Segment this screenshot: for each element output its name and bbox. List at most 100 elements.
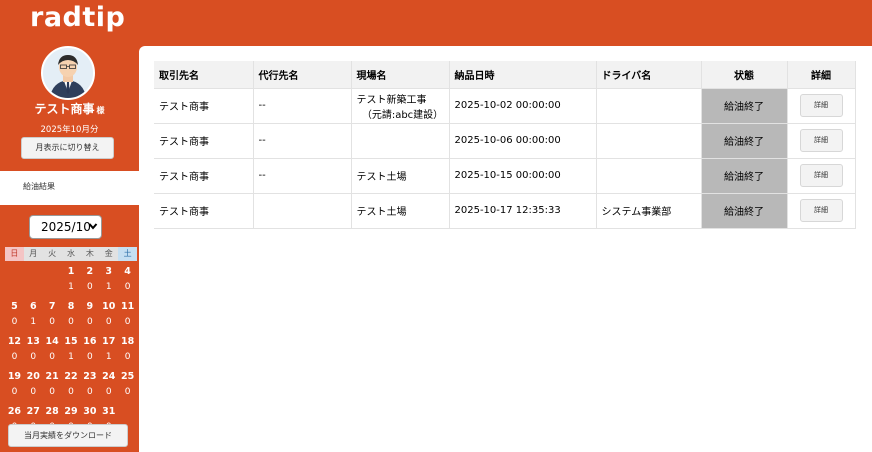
results-table: 取引先名 代行先名 現場名 納品日時 ドライバ名 状態 詳細 テスト商事 -- テスト新築工事（… [154,61,856,229]
calendar-day-count: 0 [68,317,74,327]
weekday-label: 水 [61,247,81,261]
cell-driver [596,123,702,159]
cell-agent [253,193,352,229]
calendar-day[interactable]: 19 0 [5,371,24,406]
calendar-day-count: 1 [30,317,37,327]
calendar-day [5,266,24,301]
calendar-day-number: 30 [83,406,97,417]
cell-detail: 詳細 [787,123,856,159]
cell-driver [596,158,702,194]
calendar-day-count: 1 [68,352,74,362]
calendar: 1 1 2 0 3 1 4 0 5 0 6 1 7 0 8 0 9 0 10 0 11 0 12 0 13 0 14 0 15 1 16 0 1… [5,266,137,441]
calendar-day[interactable]: 22 0 [62,371,81,406]
calendar-day[interactable]: 25 0 [118,371,137,406]
site-name: テスト土場 [356,207,407,218]
calendar-day[interactable]: 10 0 [99,301,118,336]
detail-button[interactable]: 詳細 [799,164,843,187]
site-name: テスト土場 [356,172,407,183]
calendar-day[interactable]: 20 0 [24,371,43,406]
avatar [41,46,95,100]
calendar-day-number: 2 [86,266,94,277]
column-header: 現場名 [351,61,450,89]
cell-datetime: 2025-10-06 00:00:00 [449,123,597,159]
cell-agent: -- [253,158,352,194]
cell-detail: 詳細 [787,88,856,124]
table-row: テスト商事 -- テスト新築工事 （元請:abc建設） 2025-10-02 00:00… [154,88,856,124]
calendar-day[interactable]: 17 1 [99,336,118,371]
calendar-day-count: 1 [105,282,112,292]
calendar-day[interactable]: 13 0 [24,336,43,371]
column-header: 代行先名 [253,61,352,89]
calendar-day-number: 27 [26,406,40,417]
calendar-day-count: 0 [124,317,131,327]
calendar-day[interactable]: 61 [24,301,43,336]
calendar-day[interactable]: 70 [43,301,62,336]
calendar-day-number: 22 [64,371,78,382]
calendar-day-number: 26 [7,406,22,417]
calendar-day[interactable]: 24 0 [99,371,118,406]
cell-detail: 詳細 [787,193,856,229]
table-header-row: 取引先名 代行先名 現場名 納品日時 ドライバ名 状態 詳細 [154,61,856,89]
column-header: 納品日時 [449,61,597,89]
calendar-day-count: 0 [11,317,18,327]
calendar-day-number: 29 [64,406,78,417]
site-name: テスト新築工事 [356,94,427,106]
calendar-day[interactable]: 21 0 [43,371,62,406]
status-badge: 給油終了 [701,158,788,194]
calendar-day-number: 10 [102,301,116,312]
calendar-day[interactable]: 40 [118,266,137,301]
column-header: 詳細 [787,61,856,89]
calendar-day-number [5,266,24,278]
calendar-day-number: 14 [45,336,59,347]
cell-agent: -- [253,123,352,159]
cell-datetime: 2025-10-02 00:00:00 [449,88,597,124]
month-select[interactable]: 2025/10 [29,215,102,239]
calendar-day[interactable]: 18 0 [118,336,137,371]
calendar-day-count: 0 [124,282,131,292]
calendar-day[interactable]: 12 0 [5,336,24,371]
column-header: 状態 [701,61,788,89]
calendar-day-count: 0 [87,387,93,397]
calendar-day-count: 0 [124,352,131,362]
download-month-button[interactable]: 当月実績をダウンロード [8,424,128,447]
sidebar-item-fueling-results[interactable]: 給油結果 [23,181,55,192]
calendar-day-number: 31 [102,406,116,417]
detail-button[interactable]: 詳細 [799,129,843,152]
calendar-day[interactable]: 11 [62,266,81,301]
calendar-day-number: 15 [64,336,78,347]
calendar-day-number: 7 [48,301,56,312]
cell-site: テスト新築工事 （元請:abc建設） [351,88,450,124]
weekday-label: 土 [118,247,138,261]
cell-driver [596,88,702,124]
cell-client: テスト商事 [154,193,254,229]
cell-datetime: 2025-10-15 00:00:00 [449,158,597,194]
weekday-label: 木 [80,247,100,261]
calendar-day[interactable]: 11 0 [118,301,137,336]
cell-site [351,123,450,159]
calendar-day[interactable]: 90 [80,301,99,336]
calendar-day[interactable]: 31 [99,266,118,301]
cell-datetime: 2025-10-17 12:35:33 [449,193,597,229]
calendar-day[interactable]: 20 [80,266,99,301]
calendar-day-number: 1 [67,266,75,277]
calendar-day-number: 20 [26,371,40,382]
cell-detail: 詳細 [787,158,856,194]
calendar-day-number: 5 [11,301,18,312]
cell-site: テスト土場 [351,158,450,194]
calendar-day[interactable]: 14 0 [43,336,62,371]
calendar-day[interactable]: 50 [5,301,24,336]
calendar-day-count: 0 [105,317,112,327]
app-logo[interactable]: radtip [30,2,125,33]
weekday-label: 火 [42,247,62,261]
detail-button[interactable]: 詳細 [799,199,843,222]
switch-month-view-button[interactable]: 月表示に切り替え [21,137,114,159]
calendar-day[interactable]: 16 0 [80,336,99,371]
calendar-day-number: 9 [86,301,94,312]
detail-button[interactable]: 詳細 [799,94,843,117]
calendar-day-number: 11 [120,301,135,312]
status-badge: 給油終了 [701,88,788,124]
calendar-day[interactable]: 15 1 [62,336,81,371]
calendar-day[interactable]: 80 [62,301,81,336]
month-select-value: 2025/10 [41,220,91,234]
calendar-day[interactable]: 23 0 [80,371,99,406]
